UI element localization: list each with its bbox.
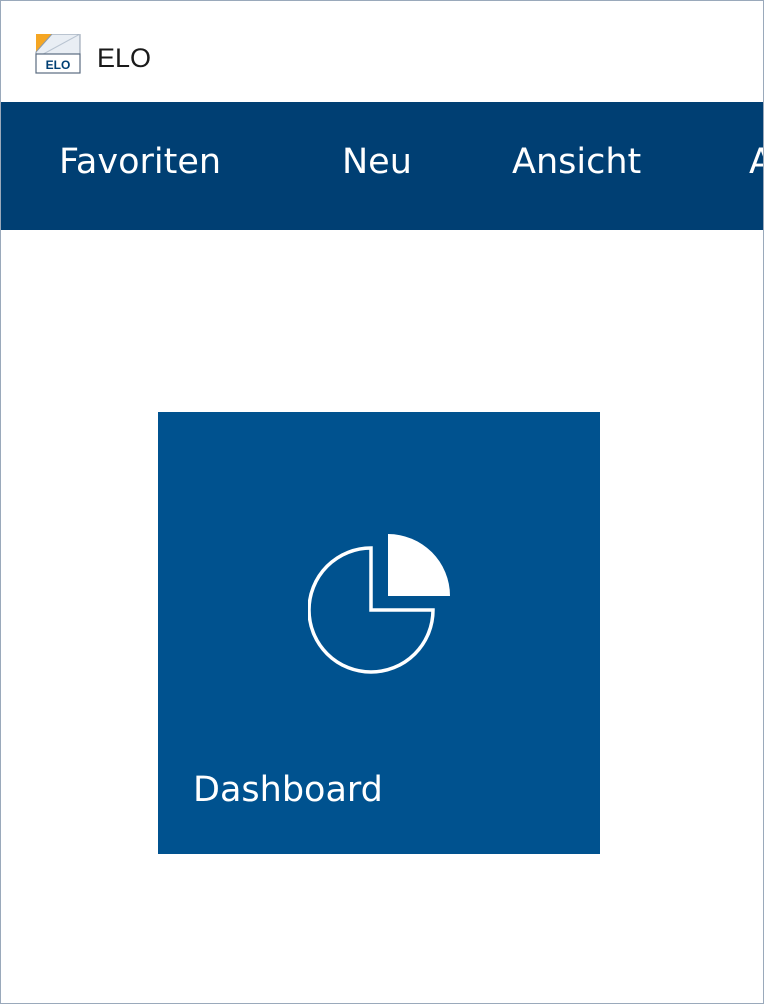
menu-item-ansicht[interactable]: Ansicht — [512, 140, 641, 184]
pie-chart-icon — [307, 530, 458, 680]
elo-app-icon: ELO — [35, 33, 81, 74]
dashboard-tile[interactable]: Dashboard — [158, 412, 600, 854]
menu-bar: Favoriten Neu Ansicht A — [1, 102, 763, 230]
elo-window: ELO ELO Favoriten Neu Ansicht A Dashboar… — [0, 0, 764, 1004]
window-title: ELO — [97, 43, 152, 73]
tile-label-dashboard: Dashboard — [193, 770, 383, 810]
menu-item-truncated[interactable]: A — [749, 140, 763, 184]
menu-item-neu[interactable]: Neu — [342, 140, 412, 184]
svg-text:ELO: ELO — [46, 58, 71, 72]
title-bar[interactable]: ELO ELO — [1, 1, 763, 101]
menu-item-favoriten[interactable]: Favoriten — [59, 140, 221, 184]
